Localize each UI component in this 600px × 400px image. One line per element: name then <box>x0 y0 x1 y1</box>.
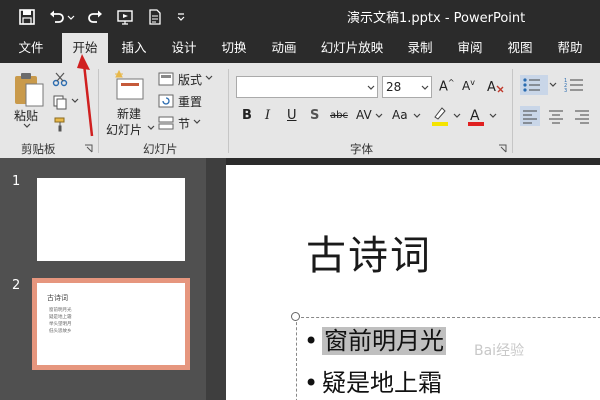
slide-number: 1 <box>12 174 21 189</box>
thumbnail-line: 举头望明月 <box>49 322 72 327</box>
decrease-font-size-icon[interactable]: Av <box>462 78 475 93</box>
align-right-icon[interactable] <box>572 106 592 126</box>
redo-icon[interactable] <box>86 8 104 26</box>
window-title: 演示文稿1.pptx - PowerPoint <box>347 11 526 26</box>
tab-design[interactable]: 设计 <box>162 33 206 63</box>
slide-number: 2 <box>12 278 21 293</box>
layout-icon[interactable] <box>158 72 174 86</box>
section-icon[interactable] <box>158 116 174 130</box>
watermark: Bai经验 <box>474 343 525 359</box>
reset-button[interactable]: 重置 <box>178 93 202 110</box>
tab-help[interactable]: 帮助 <box>548 33 592 63</box>
title-bar: 演示文稿1.pptx - PowerPoint <box>0 0 600 33</box>
undo-dropdown-icon[interactable] <box>66 8 76 26</box>
separator <box>512 69 513 153</box>
bullet-item[interactable]: • 窗前明月光 <box>304 321 446 356</box>
section-button[interactable]: 节 <box>178 115 190 132</box>
cut-icon[interactable] <box>52 71 68 87</box>
thumbnail-line: 低头思故乡 <box>49 329 72 334</box>
panel-divider[interactable] <box>206 158 226 400</box>
slide-thumbnail-2: 古诗词 窗前明月光 疑是地上霜 举头望明月 低头思故乡 <box>37 283 185 365</box>
character-spacing-icon[interactable]: AV <box>356 108 372 122</box>
dialog-launcher-icon[interactable] <box>84 144 93 153</box>
section-dropdown-icon[interactable] <box>192 118 202 126</box>
change-case-icon[interactable]: Aa <box>392 108 408 122</box>
bold-icon[interactable]: B <box>242 108 252 123</box>
layout-button[interactable]: 版式 <box>178 71 202 88</box>
present-icon[interactable] <box>116 8 134 26</box>
paste-icon[interactable] <box>12 71 46 109</box>
tab-animations[interactable]: 动画 <box>262 33 306 63</box>
font-color-icon[interactable]: A <box>466 105 486 127</box>
new-slide-label[interactable]: 新建 <box>117 105 141 122</box>
chevron-down-icon[interactable] <box>176 8 186 26</box>
slide-title[interactable]: 古诗词 <box>306 223 432 281</box>
thumbnail-line: 窗前明月光 <box>49 308 72 313</box>
align-center-icon[interactable] <box>546 106 566 126</box>
bullets-dropdown-icon[interactable] <box>548 81 558 89</box>
tab-record[interactable]: 录制 <box>398 33 442 63</box>
thumbnail-title: 古诗词 <box>47 294 68 302</box>
slides-group-label: 幻灯片 <box>143 142 178 156</box>
font-name-dropdown-icon[interactable] <box>366 84 376 92</box>
increase-font-size-icon[interactable]: A^ <box>439 78 455 94</box>
annotation-arrow-icon <box>77 54 94 137</box>
thumbnail-line: 疑是地上霜 <box>49 315 72 320</box>
slide-thumbnails-panel: 1 2 古诗词 窗前明月光 疑是地上霜 举头望明月 低头思故乡 <box>0 158 206 400</box>
underline-icon[interactable]: U <box>287 108 297 123</box>
doc-icon[interactable] <box>146 8 164 26</box>
new-slide-icon[interactable] <box>113 69 147 103</box>
bullet-text[interactable]: 疑是地上霜 <box>322 369 442 397</box>
format-painter-icon[interactable] <box>52 116 68 132</box>
reset-icon[interactable] <box>158 94 174 108</box>
tab-transitions[interactable]: 切换 <box>212 33 256 63</box>
svg-text:3: 3 <box>564 88 567 94</box>
numbering-icon[interactable]: 1 2 3 <box>563 75 585 95</box>
spacing-dropdown-icon[interactable] <box>374 112 384 120</box>
bullet-item[interactable]: • 疑是地上霜 <box>304 363 442 398</box>
clipboard-group-label: 剪贴板 <box>21 142 56 156</box>
save-icon[interactable] <box>18 8 36 26</box>
tab-slideshow[interactable]: 幻灯片放映 <box>314 33 390 63</box>
clear-formatting-icon[interactable]: A <box>486 77 506 95</box>
resize-handle[interactable] <box>291 312 300 321</box>
svg-text:A: A <box>487 80 496 95</box>
selected-text[interactable]: 窗前明月光 <box>322 327 446 355</box>
tab-view[interactable]: 视图 <box>498 33 542 63</box>
italic-icon[interactable]: I <box>265 108 270 123</box>
paste-dropdown-icon[interactable] <box>22 122 32 130</box>
font-color-dropdown-icon[interactable] <box>488 112 498 120</box>
copy-icon[interactable] <box>52 94 68 110</box>
dialog-launcher-icon[interactable] <box>498 144 507 153</box>
slide-canvas[interactable]: 古诗词 • 窗前明月光 • 疑是地上霜 <box>226 165 600 400</box>
bullets-icon[interactable] <box>520 75 548 95</box>
tab-review[interactable]: 审阅 <box>448 33 492 63</box>
font-size-dropdown-icon[interactable] <box>420 84 430 92</box>
font-name-combo[interactable] <box>236 76 378 98</box>
separator <box>228 69 229 153</box>
new-slide-label-2[interactable]: 幻灯片 <box>106 121 142 138</box>
slide-thumbnail-2-selection[interactable]: 古诗词 窗前明月光 疑是地上霜 举头望明月 低头思故乡 <box>32 278 190 370</box>
undo-icon[interactable] <box>48 8 66 26</box>
svg-text:A: A <box>470 108 480 124</box>
strikethrough-icon[interactable]: abc <box>330 110 348 121</box>
new-slide-dropdown-icon[interactable] <box>146 124 156 132</box>
font-group-label: 字体 <box>350 142 373 156</box>
highlight-dropdown-icon[interactable] <box>452 112 462 120</box>
tab-insert[interactable]: 插入 <box>112 33 156 63</box>
layout-dropdown-icon[interactable] <box>204 74 214 82</box>
case-dropdown-icon[interactable] <box>412 112 422 120</box>
highlight-icon[interactable] <box>430 105 450 127</box>
slide-thumbnail-1[interactable] <box>37 178 185 261</box>
tab-file[interactable]: 文件 <box>8 33 54 63</box>
shadow-icon[interactable]: S <box>310 108 319 123</box>
align-left-icon[interactable] <box>520 106 540 126</box>
